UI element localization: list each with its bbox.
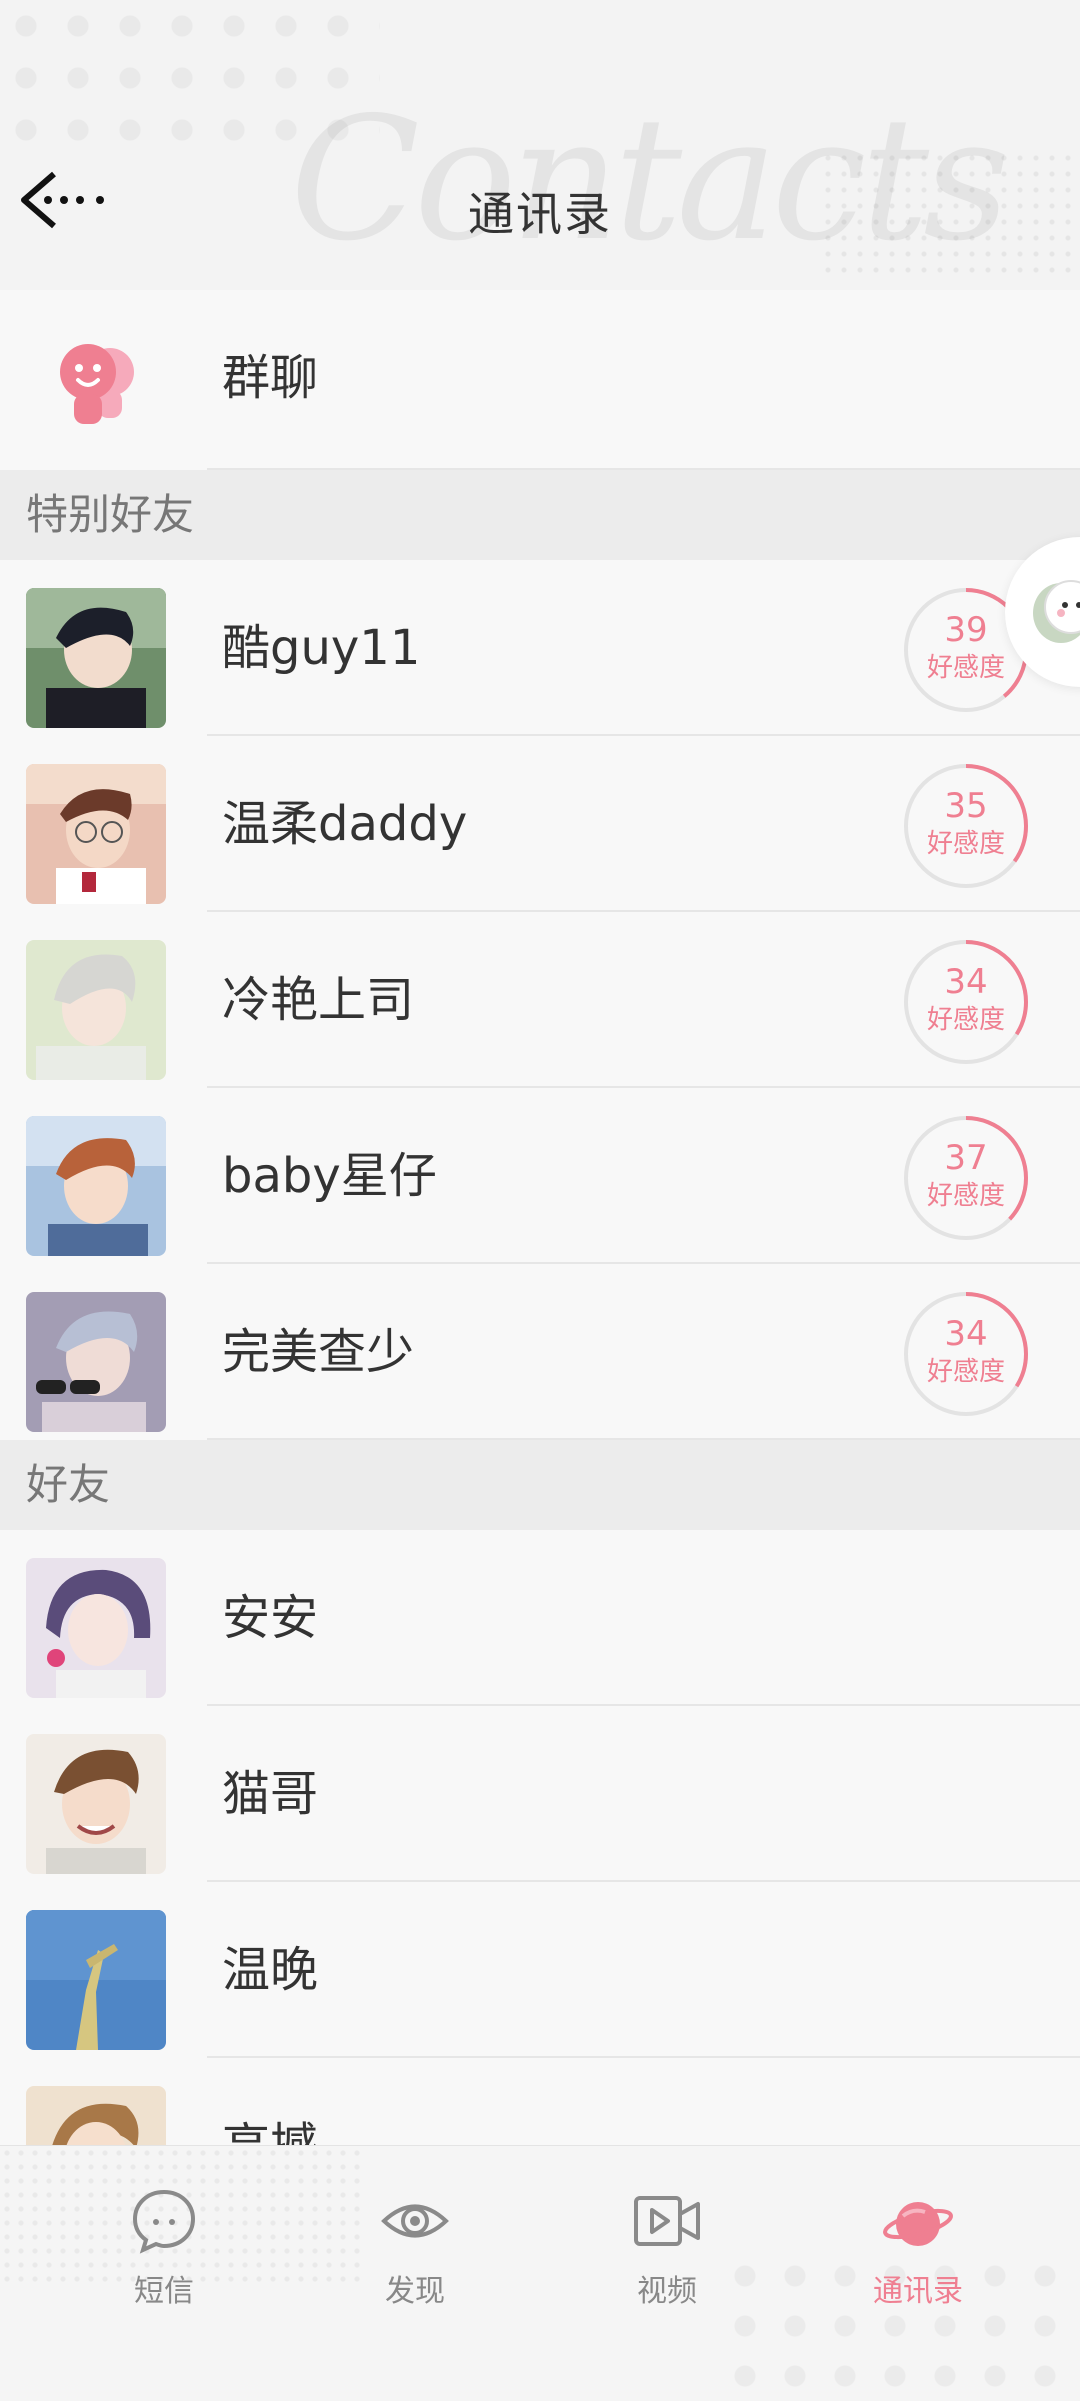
favor-ring-graphic <box>904 940 1028 1064</box>
special-friend-row[interactable]: 完美查少 34 好感度 <box>0 1264 1080 1440</box>
bottom-nav: 短信 发现 视频 通讯录 <box>0 2145 1080 2401</box>
header: Contacts 通讯录 <box>0 0 1080 290</box>
nav-label: 短信 <box>134 2274 194 2309</box>
eye-icon <box>381 2204 449 2238</box>
group-chat-icon <box>60 344 134 424</box>
contact-name: 温晚 <box>222 1942 319 1998</box>
friend-row[interactable]: 猫哥 <box>0 1706 1080 1882</box>
favor-ring-graphic <box>904 1292 1028 1416</box>
group-chat-row[interactable]: 群聊 <box>0 290 1080 470</box>
favor-label: 好感度 <box>926 1005 1005 1035</box>
planet-icon <box>883 2202 953 2246</box>
favor-value: 35 <box>944 786 988 826</box>
special-friend-row[interactable]: baby星仔 37 好感度 <box>0 1088 1080 1264</box>
favor-label: 好感度 <box>926 1181 1005 1211</box>
nav-item-messages[interactable]: 短信 <box>74 2186 254 2346</box>
chat-bubble-icon <box>132 2189 196 2254</box>
assistant-mascot-icon <box>1033 580 1080 643</box>
favor-value: 34 <box>944 962 988 1002</box>
avatar[interactable] <box>26 1116 166 1256</box>
avatar[interactable] <box>26 940 166 1080</box>
special-friend-row[interactable]: 温柔daddy 35 好感度 <box>0 736 1080 912</box>
favor-value: 37 <box>944 1138 988 1178</box>
contact-list[interactable]: 群聊 特别好友 酷guy11 39 好感度 温柔daddy 35 好感度 冷艳上… <box>0 290 1080 2234</box>
favor-label: 好感度 <box>926 653 1005 683</box>
special-friend-row[interactable]: 冷艳上司 34 好感度 <box>0 912 1080 1088</box>
favor-ring: 34 好感度 <box>902 1290 1030 1418</box>
nav-item-contacts[interactable]: 通讯录 <box>828 2186 1008 2346</box>
favor-value: 34 <box>944 1314 988 1354</box>
friend-row[interactable]: 安安 <box>0 1530 1080 1706</box>
page-title: 通讯录 <box>468 187 612 241</box>
contact-name: 猫哥 <box>222 1766 319 1822</box>
avatar[interactable] <box>26 764 166 904</box>
nav-item-video[interactable]: 视频 <box>577 2186 757 2346</box>
contact-name: 酷guy11 <box>222 620 421 676</box>
avatar[interactable] <box>26 1910 166 2050</box>
favor-ring: 35 好感度 <box>902 762 1030 890</box>
favor-ring-graphic <box>904 764 1028 888</box>
group-chat-label: 群聊 <box>222 350 319 406</box>
friend-row[interactable]: 温晚 <box>0 1882 1080 2058</box>
avatar[interactable] <box>26 1558 166 1698</box>
avatar[interactable] <box>26 1292 166 1432</box>
favor-ring-graphic <box>904 1116 1028 1240</box>
favor-ring: 37 好感度 <box>902 1114 1030 1242</box>
section-header-special: 特别好友 <box>0 470 1080 560</box>
video-icon <box>634 2196 700 2246</box>
avatar[interactable] <box>26 588 166 728</box>
section-header-friends: 好友 <box>0 1440 1080 1530</box>
favor-label: 好感度 <box>926 1357 1005 1387</box>
favor-ring: 34 好感度 <box>902 938 1030 1066</box>
nav-item-discover[interactable]: 发现 <box>325 2186 505 2346</box>
contact-name: baby星仔 <box>222 1148 437 1204</box>
contact-name: 安安 <box>222 1590 319 1646</box>
contact-name: 完美查少 <box>222 1324 415 1380</box>
contact-name: 温柔daddy <box>222 796 468 852</box>
avatar[interactable] <box>26 1734 166 1874</box>
nav-label: 视频 <box>637 2274 697 2309</box>
favor-label: 好感度 <box>926 829 1005 859</box>
nav-label: 通讯录 <box>873 2274 963 2309</box>
special-friend-row[interactable]: 酷guy11 39 好感度 <box>0 560 1080 736</box>
nav-label: 发现 <box>385 2274 445 2309</box>
contact-name: 冷艳上司 <box>222 972 415 1028</box>
